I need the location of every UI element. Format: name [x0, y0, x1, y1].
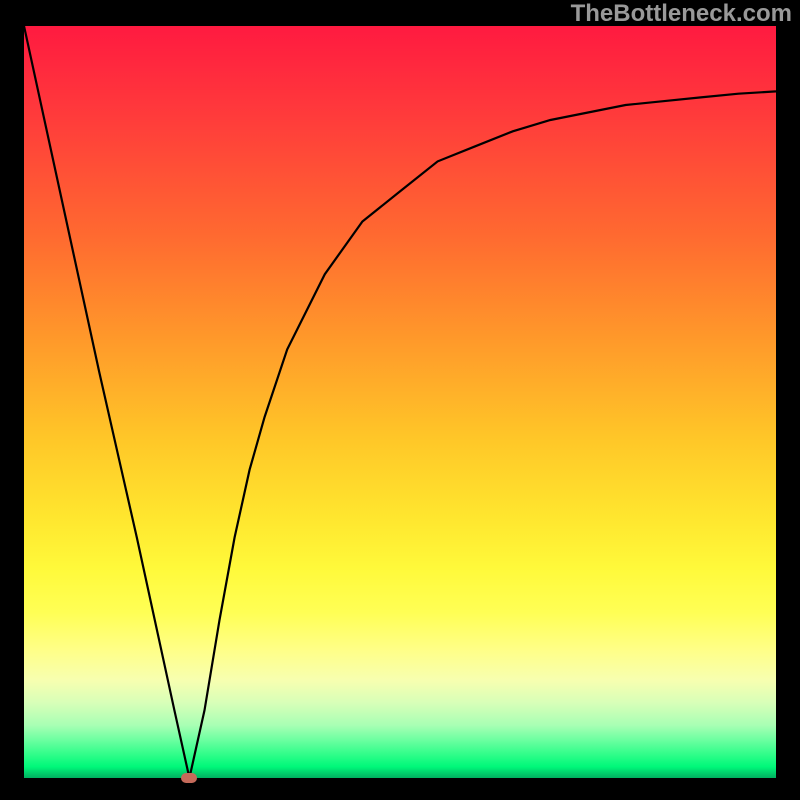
curve-svg	[24, 26, 776, 778]
bottleneck-curve	[24, 26, 776, 778]
optimum-marker	[181, 773, 197, 783]
plot-area	[24, 26, 776, 778]
chart-frame: TheBottleneck.com	[0, 0, 800, 800]
watermark-text: TheBottleneck.com	[571, 0, 792, 28]
